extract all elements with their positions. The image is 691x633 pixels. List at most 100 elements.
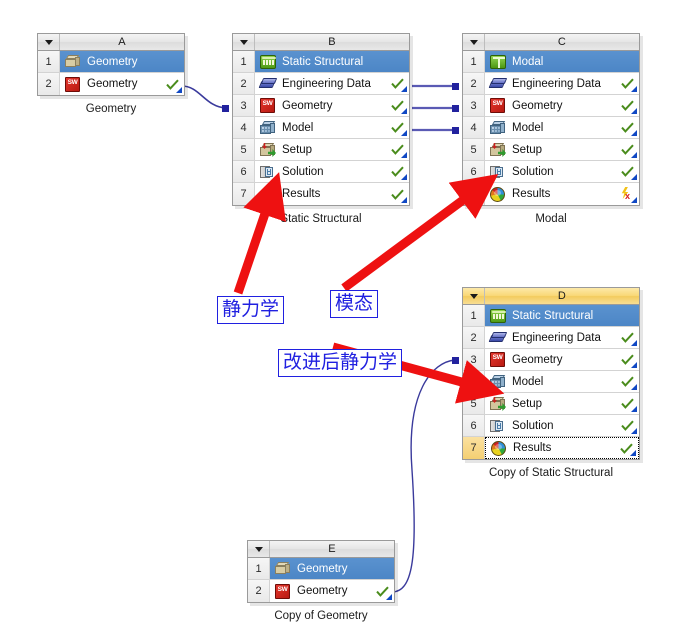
system-block-d[interactable]: D 1 Static Structural 2 Engineering Data [462,287,640,460]
row-label: Solution [512,419,554,432]
results-icon [259,186,277,203]
block-b-row-3[interactable]: 3 Geometry [233,95,409,117]
chevron-down-icon[interactable] [463,34,485,50]
block-b-row-7[interactable]: 7 Results [233,183,409,205]
update-corner-icon[interactable] [401,197,407,203]
block-b-letter: B [328,36,336,48]
row-number: 3 [463,349,485,370]
block-c-header[interactable]: C [463,34,639,51]
block-d-row-4[interactable]: 4 Model [463,371,639,393]
row-number: 2 [233,73,255,94]
update-corner-icon[interactable] [386,594,392,600]
system-block-c[interactable]: C 1 Modal 2 Engineering Data 3 SW Geomet… [462,33,640,206]
block-d-letter: D [557,290,567,302]
row-number: 5 [233,139,255,160]
block-d-header[interactable]: D [463,288,639,305]
row-label: Results [513,442,552,454]
block-a-letter: A [118,36,126,48]
model-icon [489,373,507,390]
block-c-row-3[interactable]: 3 Geometry [463,95,639,117]
chevron-down-icon[interactable] [233,34,255,50]
block-e-header[interactable]: E [248,541,394,558]
row-number: 4 [233,117,255,138]
system-block-a[interactable]: A 1 Geometry 2 Geometry [37,33,185,96]
update-corner-icon[interactable] [401,108,407,114]
geometry-box-icon [64,53,82,70]
modal-icon [489,53,507,70]
geometry-box-icon [274,560,292,577]
block-c-row-4[interactable]: 4 Model [463,117,639,139]
block-e-letter: E [328,543,336,555]
block-e-caption: Copy of Geometry [274,610,368,622]
update-corner-icon[interactable] [631,174,637,180]
solution-icon [259,163,277,180]
chevron-down-icon[interactable] [463,288,485,304]
row-label: Model [512,375,544,388]
row-label: Geometry [87,55,138,68]
block-a-caption: Geometry [85,103,137,115]
block-a-row-1[interactable]: 1 Geometry [38,51,184,73]
block-a-header[interactable]: A [38,34,184,51]
update-corner-icon[interactable] [631,130,637,136]
update-corner-icon[interactable] [401,174,407,180]
block-e-row-1[interactable]: 1 Geometry [248,558,394,580]
block-c-row-7[interactable]: 7 Results x [463,183,639,205]
row-label: Solution [512,165,554,178]
block-b-row-6[interactable]: 6 Solution [233,161,409,183]
block-d-row-7[interactable]: 7 Results [463,437,639,459]
update-corner-icon[interactable] [631,340,637,346]
block-b-header[interactable]: B [233,34,409,51]
block-e-row-2[interactable]: 2 Geometry [248,580,394,602]
update-corner-icon[interactable] [631,197,637,203]
update-corner-icon[interactable] [631,86,637,92]
update-corner-icon[interactable] [401,86,407,92]
arrow-statics [233,172,286,295]
block-c-row-6[interactable]: 6 Solution [463,161,639,183]
system-block-b[interactable]: B 1 Static Structural 2 Engineering Data [232,33,410,206]
row-label: Model [282,121,314,134]
row-label: Solution [282,165,324,178]
row-number: 2 [248,580,270,602]
block-a-row-2[interactable]: 2 Geometry [38,73,184,95]
setup-icon [489,395,507,412]
block-c-row-1[interactable]: 1 Modal [463,51,639,73]
row-number: 5 [463,139,485,160]
solidworks-icon [489,351,507,368]
update-corner-icon[interactable] [630,450,636,456]
row-label: Geometry [297,562,348,575]
block-d-row-5[interactable]: 5 Setup [463,393,639,415]
update-corner-icon[interactable] [401,130,407,136]
row-number: 2 [38,73,60,95]
block-d-row-6[interactable]: 6 Solution [463,415,639,437]
row-number: 6 [233,161,255,182]
link-marker-c2 [452,83,459,90]
static-structural-icon [489,307,507,324]
update-corner-icon[interactable] [176,87,182,93]
row-label: Setup [512,397,543,410]
block-d-row-1[interactable]: 1 Static Structural [463,305,639,327]
block-c-row-2[interactable]: 2 Engineering Data [463,73,639,95]
update-corner-icon[interactable] [631,428,637,434]
block-b-row-1[interactable]: 1 Static Structural [233,51,409,73]
block-c-row-5[interactable]: 5 Setup [463,139,639,161]
chevron-down-icon[interactable] [38,34,60,50]
block-d-row-2[interactable]: 2 Engineering Data [463,327,639,349]
block-b-row-2[interactable]: 2 Engineering Data [233,73,409,95]
results-icon [490,440,508,457]
block-b-row-5[interactable]: 5 Setup [233,139,409,161]
update-corner-icon[interactable] [631,406,637,412]
system-block-e[interactable]: E 1 Geometry 2 Geometry [247,540,395,603]
chevron-down-icon[interactable] [248,541,270,557]
row-number: 6 [463,161,485,182]
update-corner-icon[interactable] [631,152,637,158]
row-number: 7 [233,183,255,205]
block-b-caption: Static Structural [280,213,362,225]
block-d-row-3[interactable]: 3 Geometry [463,349,639,371]
update-corner-icon[interactable] [401,152,407,158]
update-corner-icon[interactable] [631,108,637,114]
update-corner-icon[interactable] [631,384,637,390]
row-number: 7 [463,437,485,459]
row-label: Geometry [87,78,138,90]
block-b-row-4[interactable]: 4 Model [233,117,409,139]
update-corner-icon[interactable] [631,362,637,368]
